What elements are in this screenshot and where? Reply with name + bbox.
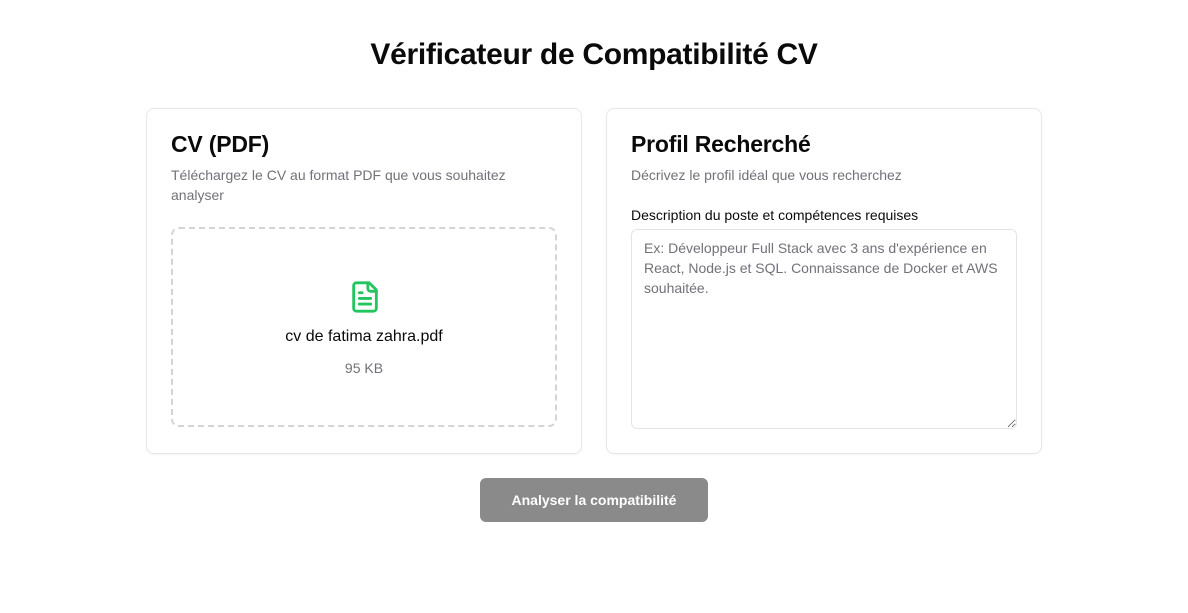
cv-card-description: Téléchargez le CV au format PDF que vous… (171, 167, 506, 203)
cv-card-title: CV (PDF) (171, 131, 270, 157)
uploaded-file-size: 95 KB (344, 360, 384, 376)
cv-upload-card: CV (PDF) Téléchargez le CV au format PDF… (146, 108, 582, 454)
page-title: Vérificateur de Compatibilité CV (370, 38, 818, 71)
file-text-icon (352, 281, 378, 313)
profile-card: Profil Recherché Décrivez le profil idéa… (606, 108, 1042, 454)
profile-card-title: Profil Recherché (631, 131, 811, 157)
profile-card-description: Décrivez le profil idéal que vous recher… (631, 167, 902, 183)
page: Vérificateur de Compatibilité CV CV (PDF… (0, 0, 1188, 613)
job-description-label: Description du poste et compétences requ… (631, 207, 919, 223)
cv-dropzone[interactable]: cv de fatima zahra.pdf 95 KB (171, 227, 557, 427)
analyze-compatibility-button[interactable]: Analyser la compatibilité (480, 478, 708, 522)
job-description-textarea[interactable] (631, 229, 1017, 429)
uploaded-file-name: cv de fatima zahra.pdf (285, 328, 443, 345)
